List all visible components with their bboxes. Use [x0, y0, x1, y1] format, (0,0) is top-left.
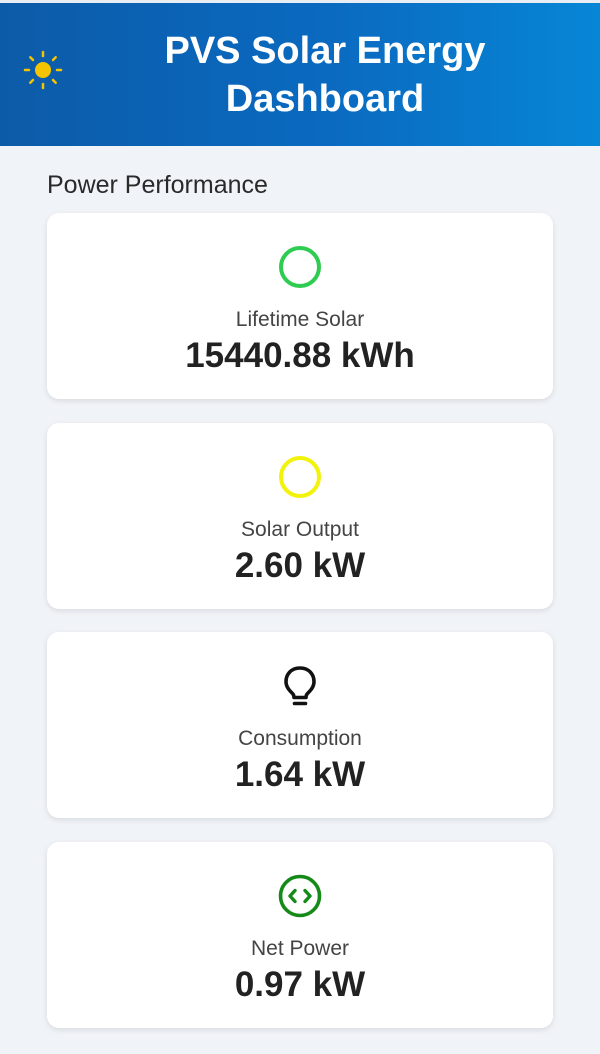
circle-icon: [279, 246, 321, 288]
consumption-card: Consumption 1.64 kW: [47, 632, 553, 818]
card-value: 1.64 kW: [234, 755, 366, 794]
net-power-card: Net Power 0.97 kW: [47, 842, 553, 1028]
lightbulb-icon: [284, 666, 316, 706]
section-title: Power Performance: [47, 171, 268, 199]
lifetime-solar-card: Lifetime Solar 15440.88 kWh: [47, 213, 553, 399]
card-value: 0.97 kW: [234, 965, 366, 1004]
card-value: 15440.88 kWh: [185, 336, 415, 375]
sun-icon: [23, 50, 63, 90]
app-header: PVS Solar Energy Dashboard: [0, 0, 600, 146]
circle-icon: [279, 456, 321, 498]
card-label: Consumption: [238, 727, 362, 750]
solar-output-card: Solar Output 2.60 kW: [47, 423, 553, 609]
card-label: Solar Output: [241, 518, 359, 541]
card-value: 2.60 kW: [234, 546, 366, 585]
page-title: PVS Solar Energy Dashboard: [164, 30, 486, 120]
arrows-circle-icon: [278, 874, 322, 918]
card-label: Lifetime Solar: [235, 308, 365, 331]
card-label: Net Power: [250, 937, 350, 960]
